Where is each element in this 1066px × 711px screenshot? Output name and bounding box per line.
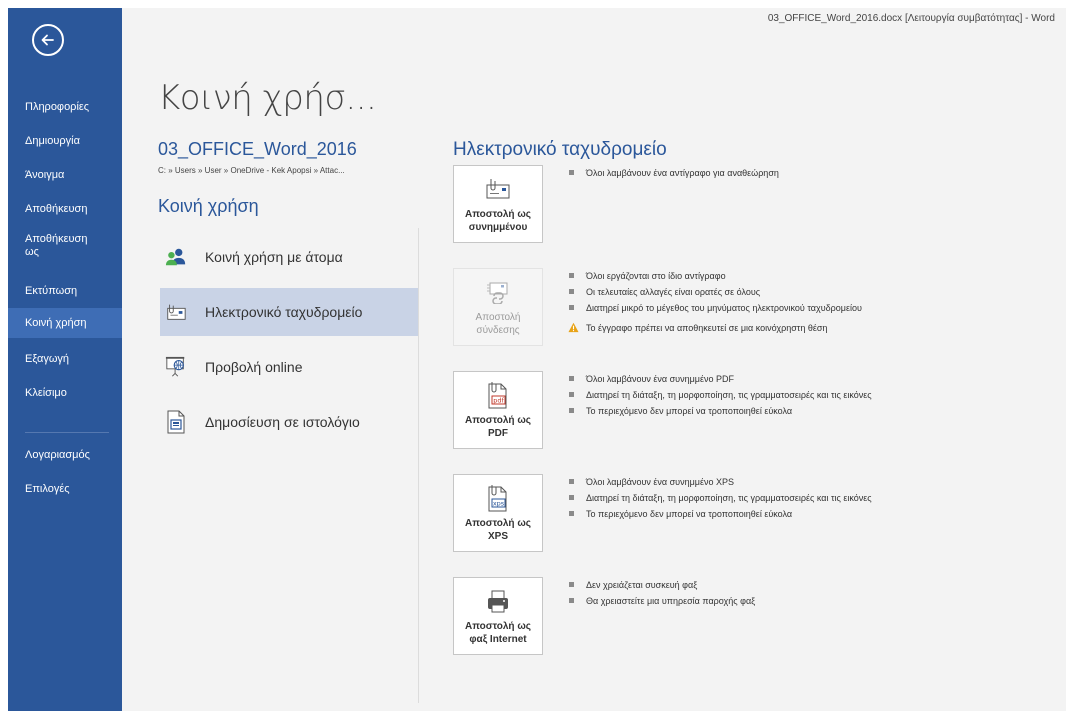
list-item: Δεν χρειάζεται συσκευή φαξ <box>568 577 755 593</box>
list-item: Διατηρεί τη διάταξη, τη μορφοποίηση, τις… <box>568 387 872 403</box>
share-option-label: Δημοσίευση σε ιστολόγιο <box>205 414 360 430</box>
xps-bullets: Όλοι λαμβάνουν ένα συνημμένο XPS Διατηρε… <box>568 474 872 522</box>
page-title: Κοινή χρήσ... <box>158 78 377 118</box>
column-divider <box>418 228 419 703</box>
back-arrow-icon <box>41 34 54 46</box>
label-line: PDF <box>488 428 508 439</box>
nav-item-save-as-line2: ως <box>25 246 39 258</box>
email-panel-heading: Ηλεκτρονικό ταχυδρομείο <box>453 139 667 160</box>
send-as-internet-fax-button[interactable]: Αποστολή ως φαξ Internet <box>453 577 543 655</box>
attachment-icon <box>484 174 512 204</box>
email-icon <box>165 301 187 323</box>
fax-bullets: Δεν χρειάζεται συσκευή φαξ Θα χρειαστείτ… <box>568 577 755 609</box>
pdf-icon: pdf <box>484 380 512 410</box>
blog-icon <box>165 410 187 434</box>
window-title: 03_OFFICE_Word_2016.docx [Λειτουργία συμ… <box>767 13 1055 24</box>
send-link-label: Αποστολή σύνδεσης <box>476 311 521 337</box>
label-line: Αποστολή <box>475 312 521 323</box>
send-as-attachment-button[interactable]: Αποστολή ως συνημμένου <box>453 165 543 243</box>
share-option-email[interactable]: Ηλεκτρονικό ταχυδρομείο <box>160 288 418 336</box>
nav-item-close[interactable]: Κλείσιμο <box>8 378 122 408</box>
label-line: σύνδεσης <box>476 325 520 336</box>
nav-item-new[interactable]: Δημιουργία <box>8 126 122 156</box>
link-icon <box>484 277 512 307</box>
share-option-present-online[interactable]: Προβολή online <box>160 343 418 391</box>
list-item: Το περιεχόμενο δεν μπορεί να τροποποιηθε… <box>568 506 872 522</box>
fax-icon <box>484 586 512 616</box>
back-button[interactable] <box>32 24 64 56</box>
pdf-bullets: Όλοι λαμβάνουν ένα συνημμένο PDF Διατηρε… <box>568 371 872 419</box>
nav-item-export[interactable]: Εξαγωγή <box>8 344 122 374</box>
present-online-icon <box>165 356 187 378</box>
nav-item-open[interactable]: Άνοιγμα <box>8 160 122 190</box>
list-item: Όλοι λαμβάνουν ένα αντίγραφο για αναθεώρ… <box>568 165 779 181</box>
list-item: Διατηρεί τη διάταξη, τη μορφοποίηση, τις… <box>568 490 872 506</box>
send-as-internet-fax-label: Αποστολή ως φαξ Internet <box>465 620 531 646</box>
label-line: συνημμένου <box>468 222 528 233</box>
send-as-pdf-label: Αποστολή ως PDF <box>465 414 531 440</box>
nav-item-save[interactable]: Αποθήκευση <box>8 194 122 224</box>
people-icon <box>165 246 187 268</box>
share-option-label: Ηλεκτρονικό ταχυδρομείο <box>205 304 363 320</box>
document-name: 03_OFFICE_Word_2016 <box>158 139 357 159</box>
nav-item-save-as[interactable]: Αποθήκευση ως <box>8 230 122 264</box>
nav-item-options[interactable]: Επιλογές <box>8 474 122 504</box>
section-heading: Κοινή χρήση <box>158 196 259 216</box>
nav-item-account[interactable]: Λογαριασμός <box>8 440 122 470</box>
list-item: Όλοι λαμβάνουν ένα συνημμένο XPS <box>568 474 872 490</box>
xps-icon: xps <box>484 483 512 513</box>
list-item: Όλοι λαμβάνουν ένα συνημμένο PDF <box>568 371 872 387</box>
nav-item-share[interactable]: Κοινή χρήση <box>8 308 122 338</box>
nav-item-info[interactable]: Πληροφορίες <box>8 92 122 122</box>
list-item: Το περιεχόμενο δεν μπορεί να τροποποιηθε… <box>568 403 872 419</box>
list-item: Όλοι εργάζονται στο ίδιο αντίγραφο <box>568 268 862 284</box>
nav-item-print[interactable]: Εκτύπωση <box>8 276 122 306</box>
send-as-attachment-label: Αποστολή ως συνημμένου <box>465 208 531 234</box>
label-line: Αποστολή ως <box>465 209 531 220</box>
document-path: C: » Users » User » OneDrive - Kek Apops… <box>158 166 345 175</box>
send-as-pdf-button[interactable]: pdf Αποστολή ως PDF <box>453 371 543 449</box>
nav-item-save-as-line1: Αποθήκευση <box>25 233 88 245</box>
label-line: Αποστολή ως <box>465 518 531 529</box>
share-option-label: Προβολή online <box>205 359 303 375</box>
list-item: Θα χρειαστείτε μια υπηρεσία παροχής φαξ <box>568 593 755 609</box>
send-link-button[interactable]: Αποστολή σύνδεσης <box>453 268 543 346</box>
backstage-sidebar: Πληροφορίες Δημιουργία Άνοιγμα Αποθήκευσ… <box>8 8 122 711</box>
label-line: XPS <box>487 531 508 542</box>
share-option-people[interactable]: Κοινή χρήση με άτομα <box>160 233 418 281</box>
label-line: Αποστολή ως <box>465 621 531 632</box>
label-line: φαξ Internet <box>469 634 527 645</box>
link-bullets: Όλοι εργάζονται στο ίδιο αντίγραφο Οι τε… <box>568 268 862 336</box>
attachment-bullets: Όλοι λαμβάνουν ένα αντίγραφο για αναθεώρ… <box>568 165 779 181</box>
share-option-label: Κοινή χρήση με άτομα <box>205 249 343 265</box>
list-item: Οι τελευταίες αλλαγές είναι ορατές σε όλ… <box>568 284 862 300</box>
send-as-xps-label: Αποστολή ως XPS <box>465 517 531 543</box>
svg-text:xps: xps <box>493 500 505 508</box>
svg-text:pdf: pdf <box>493 397 504 405</box>
label-line: Αποστολή ως <box>465 415 531 426</box>
list-item-warning: Το έγγραφο πρέπει να αποθηκευτεί σε μια … <box>568 320 862 336</box>
share-option-blog[interactable]: Δημοσίευση σε ιστολόγιο <box>160 398 418 446</box>
warning-icon <box>568 322 579 333</box>
send-as-xps-button[interactable]: xps Αποστολή ως XPS <box>453 474 543 552</box>
list-item: Διατηρεί μικρό το μέγεθος του μηνύματος … <box>568 300 862 316</box>
sidebar-divider <box>25 432 109 433</box>
